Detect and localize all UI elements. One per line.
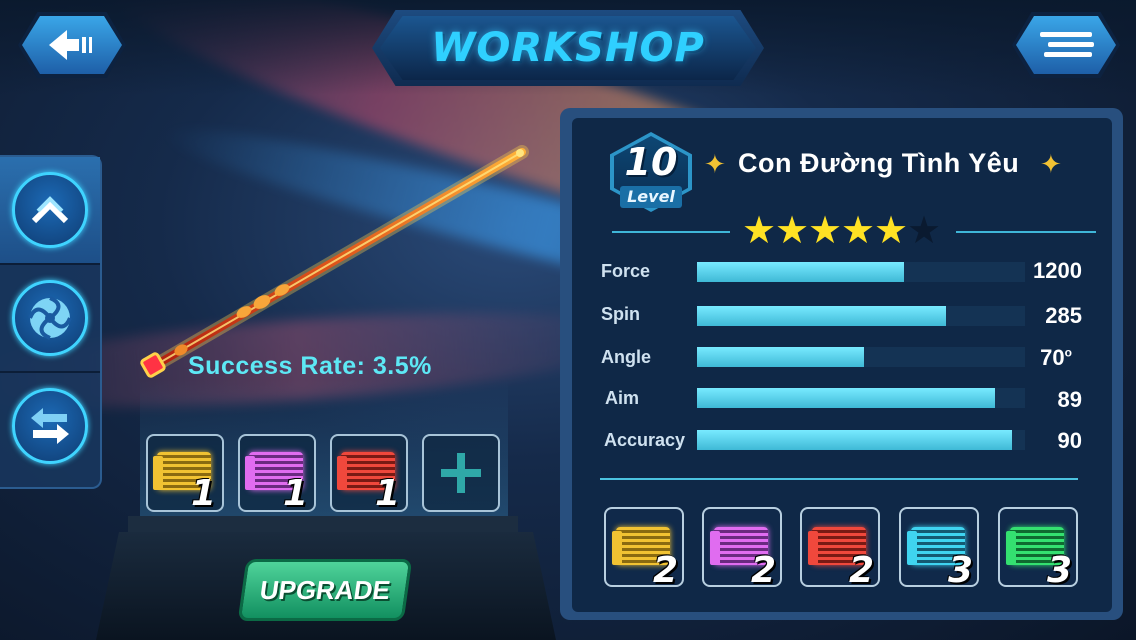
stat-bar-fill bbox=[697, 306, 947, 326]
stat-value-force: 1200 bbox=[1033, 258, 1082, 283]
pedestal-top bbox=[128, 516, 518, 532]
inventory-count: 2 bbox=[750, 550, 776, 591]
inventory-item-cyan[interactable]: 3 bbox=[899, 507, 979, 591]
stat-value-spin: 285 bbox=[1045, 303, 1082, 328]
stat-bar-angle bbox=[697, 347, 1025, 367]
sidebar-item-exchange[interactable] bbox=[0, 373, 100, 479]
star-empty-icon: ★ bbox=[907, 208, 942, 252]
level-label: Level bbox=[620, 186, 682, 208]
stat-bar-fill bbox=[697, 262, 904, 282]
cue-name: Con Đường Tình Yêu bbox=[738, 148, 1020, 178]
star-icon: ★ bbox=[742, 208, 777, 252]
stat-value-aim: 89 bbox=[1057, 387, 1082, 412]
inventory-count: 2 bbox=[848, 550, 874, 591]
stat-label-aim: Aim bbox=[605, 388, 640, 408]
page-title: WORKSHOP bbox=[431, 25, 705, 71]
level-number: 10 bbox=[624, 140, 678, 184]
swap-arrows-icon bbox=[31, 408, 69, 444]
angle-unit: o bbox=[1064, 345, 1072, 360]
back-arrow-icon bbox=[49, 30, 92, 60]
stat-value-angle: 70o bbox=[990, 345, 1072, 371]
star-divider-right bbox=[956, 231, 1096, 233]
back-button[interactable] bbox=[18, 12, 126, 78]
stat-bar-fill bbox=[697, 430, 1012, 450]
stat-value-accuracy: 90 bbox=[1057, 428, 1082, 453]
inventory-item-green[interactable]: 3 bbox=[998, 507, 1078, 591]
star-icon: ★ bbox=[874, 208, 909, 252]
stat-bar-spin bbox=[697, 306, 1025, 326]
menu-button[interactable] bbox=[1012, 12, 1120, 78]
inventory-count: 3 bbox=[947, 550, 973, 591]
star-icon: ★ bbox=[841, 208, 876, 252]
inventory-count: 3 bbox=[1046, 550, 1072, 591]
slot-count: 1 bbox=[374, 473, 400, 514]
stat-bar-aim bbox=[697, 388, 1025, 408]
plus-icon bbox=[441, 453, 481, 493]
menu-icon bbox=[1040, 32, 1094, 57]
sidebar-item-upgrade[interactable] bbox=[0, 157, 100, 263]
inventory-item-yellow[interactable]: 2 bbox=[604, 507, 684, 591]
slot-count: 1 bbox=[190, 473, 216, 514]
stat-label-force: Force bbox=[601, 261, 651, 281]
wing-right-icon: ✦ bbox=[1040, 150, 1062, 180]
star-icon: ★ bbox=[808, 208, 843, 252]
side-panel bbox=[0, 155, 102, 489]
success-rate-label: Success Rate: 3.5% bbox=[188, 352, 432, 380]
stat-bar-force bbox=[697, 262, 1025, 282]
swirl-icon bbox=[28, 296, 72, 340]
stat-label-accuracy: Accuracy bbox=[604, 430, 686, 450]
star-icon: ★ bbox=[775, 208, 810, 252]
upgrade-button[interactable]: UPGRADE bbox=[237, 559, 413, 621]
inventory-item-purple[interactable]: 2 bbox=[702, 507, 782, 591]
star-divider-left bbox=[612, 231, 730, 233]
inventory-count: 2 bbox=[652, 550, 678, 591]
inventory-item-red[interactable]: 2 bbox=[800, 507, 880, 591]
wing-left-icon: ✦ bbox=[704, 150, 726, 180]
cue-stick-image bbox=[140, 145, 529, 378]
slot-count: 1 bbox=[282, 473, 308, 514]
stat-bar-accuracy bbox=[697, 430, 1025, 450]
inventory-divider bbox=[600, 478, 1078, 480]
sidebar-item-spin[interactable] bbox=[0, 265, 100, 371]
stat-bar-fill bbox=[697, 388, 996, 408]
angle-value: 70 bbox=[1040, 345, 1065, 370]
stat-label-spin: Spin bbox=[601, 304, 640, 324]
stat-label-angle: Angle bbox=[601, 347, 652, 367]
stat-bar-fill bbox=[697, 347, 865, 367]
chevron-up-icon bbox=[31, 196, 69, 224]
